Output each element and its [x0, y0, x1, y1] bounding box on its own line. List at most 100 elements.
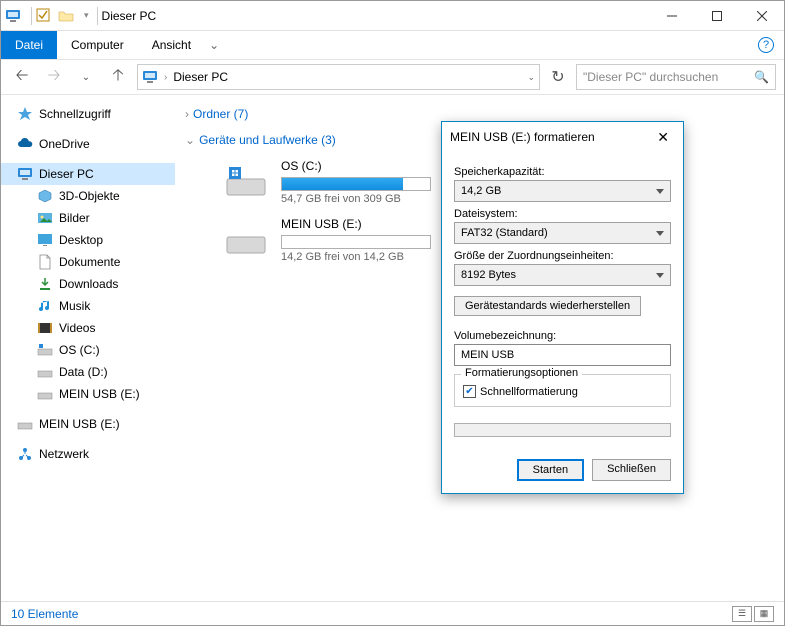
drive-icon	[37, 364, 53, 380]
pc-icon	[142, 69, 158, 85]
chevron-right-icon[interactable]: ›	[164, 72, 167, 83]
view-icons-button[interactable]: ▦	[754, 606, 774, 622]
status-bar: 10 Elemente ☰ ▦	[1, 601, 784, 625]
sidebar-desktop[interactable]: Desktop	[1, 229, 175, 251]
star-icon	[17, 106, 33, 122]
sidebar-item-label: Netzwerk	[39, 447, 89, 461]
filesystem-select[interactable]: FAT32 (Standard)	[454, 222, 671, 244]
sidebar-drive-usb-nested[interactable]: MEIN USB (E:)	[1, 383, 175, 405]
sidebar-item-label: Bilder	[59, 211, 90, 225]
pc-icon	[17, 166, 33, 182]
network-icon	[17, 446, 33, 462]
capacity-label: Speicherkapazität:	[454, 166, 671, 178]
sidebar-documents[interactable]: Dokumente	[1, 251, 175, 273]
restore-defaults-button[interactable]: Gerätestandards wiederherstellen	[454, 296, 641, 316]
sidebar-3dobjects[interactable]: 3D-Objekte	[1, 185, 175, 207]
tab-computer[interactable]: Computer	[57, 31, 138, 59]
sidebar-pictures[interactable]: Bilder	[1, 207, 175, 229]
format-options-group: Formatierungsoptionen ✔ Schnellformatier…	[454, 374, 671, 407]
sidebar-music[interactable]: Musik	[1, 295, 175, 317]
format-dialog: MEIN USB (E:) formatieren ✕ Speicherkapa…	[441, 121, 684, 494]
drive-name: MEIN USB (E:)	[281, 217, 451, 231]
volume-input[interactable]	[454, 344, 671, 366]
address-text: Dieser PC	[173, 70, 228, 84]
document-icon	[37, 254, 53, 270]
minimize-button[interactable]	[649, 2, 694, 30]
download-icon	[37, 276, 53, 292]
drive-info: OS (C:) 54,7 GB frei von 309 GB	[281, 159, 451, 205]
sidebar-network[interactable]: Netzwerk	[1, 443, 175, 465]
sidebar: Schnellzugriff OneDrive Dieser PC 3D-Obj…	[1, 95, 175, 599]
maximize-button[interactable]	[694, 2, 739, 30]
address-bar[interactable]: › Dieser PC ⌄	[137, 64, 540, 90]
sidebar-drive-data[interactable]: Data (D:)	[1, 361, 175, 383]
capacity-bar	[281, 177, 431, 191]
capacity-bar	[281, 235, 431, 249]
window-title: Dieser PC	[102, 9, 157, 23]
sidebar-item-label: Data (D:)	[59, 365, 108, 379]
checkbox-label: Schnellformatierung	[480, 386, 578, 398]
progress-bar	[454, 423, 671, 437]
select-value: FAT32 (Standard)	[461, 227, 548, 239]
sidebar-thispc[interactable]: Dieser PC	[1, 163, 175, 185]
drive-icon	[225, 165, 267, 199]
checkbox-qa-icon[interactable]	[36, 8, 52, 24]
nav-bar: 🡠 🡢 ⌄ 🡡 › Dieser PC ⌄ ↻ "Dieser PC" durc…	[1, 59, 784, 95]
titlebar: ▾ Dieser PC	[1, 1, 784, 31]
format-options-label: Formatierungsoptionen	[461, 367, 582, 379]
dialog-title: MEIN USB (E:) formatieren	[450, 130, 595, 144]
sidebar-item-label: OS (C:)	[59, 343, 100, 357]
sidebar-drive-osc[interactable]: OS (C:)	[1, 339, 175, 361]
refresh-button[interactable]: ↻	[546, 67, 570, 87]
sidebar-quickaccess[interactable]: Schnellzugriff	[1, 103, 175, 125]
drive-icon	[37, 342, 53, 358]
tab-view[interactable]: Ansicht	[138, 31, 205, 59]
select-value: 8192 Bytes	[461, 269, 516, 281]
sidebar-item-label: MEIN USB (E:)	[59, 387, 140, 401]
sidebar-item-label: Videos	[59, 321, 95, 335]
address-dropdown-icon[interactable]: ⌄	[527, 72, 535, 83]
separator	[31, 7, 32, 25]
group-label: Ordner (7)	[193, 107, 248, 121]
picture-icon	[37, 210, 53, 226]
close-button[interactable]	[739, 2, 784, 30]
sidebar-item-label: Downloads	[59, 277, 118, 291]
dialog-close-button[interactable]: ✕	[651, 127, 675, 148]
drive-free-text: 14,2 GB frei von 14,2 GB	[281, 251, 451, 263]
drive-free-text: 54,7 GB frei von 309 GB	[281, 193, 451, 205]
back-button[interactable]: 🡠	[9, 64, 35, 90]
capacity-select[interactable]: 14,2 GB	[454, 180, 671, 202]
allocation-label: Größe der Zuordnungseinheiten:	[454, 250, 671, 262]
close-dialog-button[interactable]: Schließen	[592, 459, 671, 481]
sidebar-downloads[interactable]: Downloads	[1, 273, 175, 295]
sidebar-videos[interactable]: Videos	[1, 317, 175, 339]
view-details-button[interactable]: ☰	[732, 606, 752, 622]
quick-format-checkbox[interactable]: ✔ Schnellformatierung	[463, 385, 662, 398]
checkbox-icon: ✔	[463, 385, 476, 398]
start-button[interactable]: Starten	[517, 459, 584, 481]
recent-dropdown[interactable]: ⌄	[73, 64, 99, 90]
sidebar-item-label: Dieser PC	[39, 167, 94, 181]
ribbon-expand-icon[interactable]: ⌄	[205, 34, 223, 56]
help-icon[interactable]: ?	[758, 37, 774, 53]
sidebar-onedrive[interactable]: OneDrive	[1, 133, 175, 155]
forward-button[interactable]: 🡢	[41, 64, 67, 90]
sidebar-item-label: 3D-Objekte	[59, 189, 120, 203]
tab-file[interactable]: Datei	[1, 31, 57, 59]
filesystem-label: Dateisystem:	[454, 208, 671, 220]
usb-drive-icon	[17, 416, 33, 432]
qa-dropdown-icon[interactable]: ▾	[80, 10, 93, 21]
sidebar-drive-usb[interactable]: MEIN USB (E:)	[1, 413, 175, 435]
drive-info: MEIN USB (E:) 14,2 GB frei von 14,2 GB	[281, 217, 451, 263]
video-icon	[37, 320, 53, 336]
sidebar-item-label: MEIN USB (E:)	[39, 417, 120, 431]
usb-drive-icon	[225, 223, 267, 257]
separator	[97, 7, 98, 25]
sidebar-item-label: Dokumente	[59, 255, 120, 269]
up-button[interactable]: 🡡	[105, 64, 131, 90]
allocation-select[interactable]: 8192 Bytes	[454, 264, 671, 286]
folder-qa-icon[interactable]	[58, 8, 74, 24]
search-box[interactable]: "Dieser PC" durchsuchen 🔍	[576, 64, 776, 90]
chevron-right-icon: ›	[185, 107, 189, 121]
select-value: 14,2 GB	[461, 185, 501, 197]
